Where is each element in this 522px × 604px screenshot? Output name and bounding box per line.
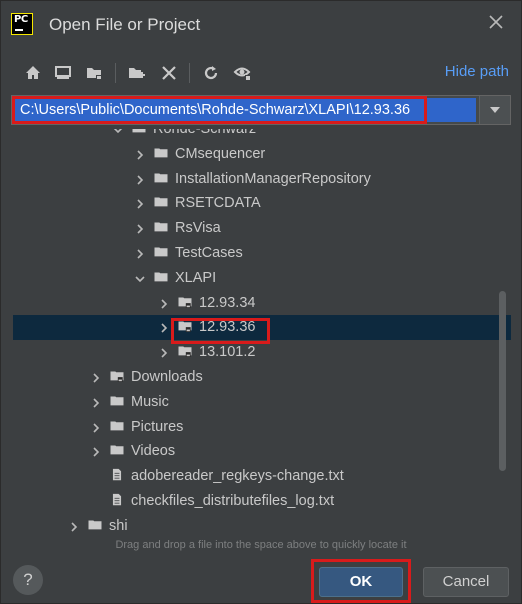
home-icon[interactable] [23, 63, 43, 83]
tree-item-label: Downloads [131, 369, 203, 385]
desktop-icon[interactable] [53, 63, 73, 83]
chevron-right-icon[interactable] [135, 224, 145, 234]
folder-icon [110, 421, 124, 430]
chevron-right-icon[interactable] [135, 175, 145, 185]
path-combobox [11, 95, 511, 125]
tree-item-label: CMsequencer [175, 145, 266, 162]
dialog-title: Open File or Project [49, 15, 201, 34]
chevron-down-icon[interactable] [113, 129, 123, 135]
folder-icon [154, 272, 168, 282]
tree-row[interactable]: checkfiles_distributefiles_log.txt [13, 489, 511, 514]
hide-path-link[interactable]: Hide path [445, 63, 509, 80]
tree-item-label: Pictures [131, 418, 184, 435]
tree-item-label: adobereader_regkeys-change.txt [131, 468, 344, 485]
chevron-right-icon[interactable] [91, 398, 101, 408]
tree-item-label: shi [109, 517, 128, 534]
help-button[interactable]: ? [13, 565, 43, 595]
project-folder-icon[interactable] [85, 63, 105, 83]
tree-row[interactable]: Videos [13, 439, 511, 464]
file-tree: Rohde-Schwarz CMsequencer InstallationMana… [13, 129, 511, 539]
tree-row[interactable]: Music [13, 390, 511, 415]
tree-item-label: Music [131, 393, 169, 410]
tree-item-label: 12.93.36 [199, 319, 256, 336]
tree-row[interactable]: shi [13, 514, 511, 539]
tree-item-label: Videos [131, 443, 176, 460]
open-file-dialog: PC Open File or Project Hide path C:\Use… [0, 0, 522, 604]
refresh-icon[interactable] [201, 63, 221, 83]
tree-row[interactable]: RSETCDATA [13, 191, 511, 216]
tree-row[interactable]: Pictures [13, 415, 511, 440]
toolbar: Hide path [13, 59, 513, 87]
tree-scrollbar[interactable] [499, 291, 506, 471]
cancel-button[interactable]: Cancel [423, 567, 509, 597]
close-icon[interactable] [485, 13, 507, 35]
chevron-right-icon[interactable] [135, 150, 145, 160]
pycharm-logo-icon: PC [11, 13, 33, 35]
new-folder-icon[interactable] [127, 63, 147, 83]
folder-icon [154, 197, 168, 207]
title-bar: PC Open File or Project [1, 1, 521, 51]
text-file-icon [112, 469, 122, 481]
tree-item-label: RSETCDATA [175, 195, 261, 212]
folder-icon [154, 247, 168, 257]
tree-row[interactable]: adobereader_regkeys-change.txt [13, 464, 511, 489]
tree-item-label: Rohde-Schwarz [153, 129, 257, 137]
chevron-down-icon [490, 107, 500, 113]
folder-icon [110, 396, 124, 406]
tree-row[interactable]: Downloads [13, 365, 511, 390]
tree-row[interactable]: Rohde-Schwarz [13, 129, 511, 142]
tree-item-label: XLAPI [175, 269, 217, 286]
tree-row[interactable]: 13.101.2 [13, 340, 511, 365]
tree-item-label: TestCases [175, 245, 243, 261]
ok-button[interactable]: OK [319, 567, 403, 597]
folder-icon [154, 173, 168, 182]
tree-item-label: 12.93.34 [199, 294, 256, 311]
text-file-icon [112, 493, 122, 506]
tree-row[interactable]: CMsequencer [13, 142, 511, 167]
tree-item-label: checkfiles_distributefiles_log.txt [131, 493, 335, 509]
folder-icon [88, 520, 102, 530]
path-input[interactable] [14, 98, 476, 122]
chevron-right-icon[interactable] [91, 423, 101, 433]
folder-icon [132, 129, 146, 133]
chevron-right-icon[interactable] [91, 447, 101, 457]
tree-row[interactable]: 12.93.34 [13, 291, 511, 316]
folder-icon [110, 445, 124, 455]
tree-item-label: InstallationManagerRepository [175, 170, 371, 187]
project-folder-icon [178, 321, 192, 333]
chevron-down-icon[interactable] [135, 274, 145, 284]
project-folder-icon [178, 346, 192, 358]
chevron-right-icon[interactable] [135, 199, 145, 209]
chevron-right-icon[interactable] [135, 249, 145, 259]
tree-row[interactable]: XLAPI [13, 266, 511, 291]
delete-icon[interactable] [159, 63, 179, 83]
tree-row[interactable]: 12.93.36 [13, 315, 511, 341]
tree-item-label: 13.101.2 [199, 344, 256, 361]
project-folder-icon [178, 297, 192, 308]
drag-drop-hint: Drag and drop a file into the space abov… [115, 539, 407, 551]
tree-row[interactable]: TestCases [13, 241, 511, 266]
folder-icon [154, 148, 168, 158]
tree-row[interactable]: InstallationManagerRepository [13, 167, 511, 192]
path-dropdown-button[interactable] [479, 96, 510, 124]
chevron-right-icon[interactable] [91, 373, 101, 383]
folder-icon [154, 222, 168, 232]
project-folder-icon [110, 371, 124, 382]
chevron-right-icon[interactable] [69, 522, 79, 532]
show-hidden-icon[interactable] [233, 63, 253, 83]
chevron-right-icon[interactable] [159, 323, 169, 333]
tree-item-label: RsVisa [175, 220, 221, 237]
chevron-right-icon[interactable] [159, 348, 169, 358]
tree-row[interactable]: RsVisa [13, 216, 511, 241]
chevron-right-icon[interactable] [159, 299, 169, 309]
